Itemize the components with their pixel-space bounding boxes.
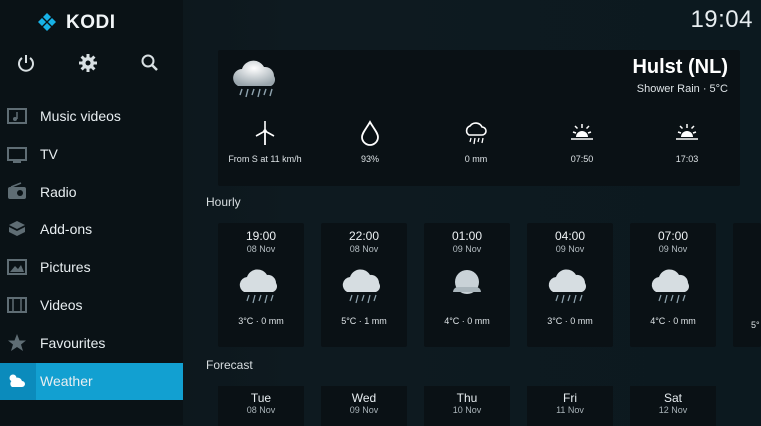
sidebar-item-label: Pictures bbox=[40, 259, 91, 276]
forecast-card[interactable]: Wed 09 Nov bbox=[321, 386, 407, 426]
power-icon[interactable] bbox=[15, 52, 37, 74]
hourly-card[interactable]: 04:00 09 Nov 3°C · 0 mm bbox=[527, 223, 613, 347]
hourly-time: 04:00 bbox=[554, 229, 586, 243]
forecast-day: Sat bbox=[663, 391, 682, 405]
sunrise-value: 07:50 bbox=[570, 154, 594, 164]
humidity-drop-icon bbox=[361, 120, 379, 146]
sidebar: KODI Music videos TV Radio Add-ons Pictu… bbox=[0, 0, 183, 425]
sunrise-icon bbox=[571, 124, 593, 140]
forecast-date: 09 Nov bbox=[349, 405, 379, 415]
wind-turbine-icon bbox=[255, 121, 275, 145]
tv-icon bbox=[7, 146, 27, 163]
addons-icon bbox=[9, 221, 25, 237]
hourly-card[interactable]: 07:00 09 Nov 4°C · 0 mm bbox=[630, 223, 716, 347]
current-condition: Shower Rain · 5°C bbox=[636, 83, 728, 95]
radio-icon bbox=[8, 181, 26, 199]
shower-rain-icon bbox=[233, 60, 276, 98]
forecast-heading: Forecast bbox=[206, 358, 253, 372]
wind-value: From S at 11 km/h bbox=[228, 154, 302, 164]
sunset-value: 17:03 bbox=[675, 154, 699, 164]
cloud-rain-icon bbox=[342, 269, 381, 304]
forecast-date: 10 Nov bbox=[452, 405, 482, 415]
sidebar-item-label: Favourites bbox=[40, 334, 106, 351]
forecast-date: 12 Nov bbox=[658, 405, 688, 415]
forecast-card[interactable]: Thu 10 Nov bbox=[424, 386, 510, 426]
hourly-value: 4°C · 0 mm bbox=[444, 316, 490, 326]
hourly-card[interactable]: 19:00 08 Nov 3°C · 0 mm bbox=[218, 223, 304, 347]
forecast-card[interactable]: Fri 11 Nov bbox=[527, 386, 613, 426]
clock: 19:04 bbox=[690, 6, 753, 33]
weather-icon bbox=[9, 374, 25, 387]
precipitation-value: 0 mm bbox=[464, 154, 488, 164]
sidebar-item-label: Add-ons bbox=[40, 221, 93, 238]
rain-cloud-icon bbox=[465, 122, 487, 145]
hourly-date: 09 Nov bbox=[658, 244, 688, 254]
main-menu: Music videos TV Radio Add-ons Pictures V… bbox=[0, 98, 183, 401]
cloud-rain-icon bbox=[651, 269, 690, 304]
forecast-date: 08 Nov bbox=[246, 405, 276, 415]
hourly-time: 01:00 bbox=[451, 229, 483, 243]
hourly-value: 3°C · 0 mm bbox=[238, 316, 284, 326]
wind-stat: From S at 11 km/h bbox=[220, 120, 310, 165]
settings-gear-icon[interactable] bbox=[77, 52, 99, 74]
sidebar-item-videos[interactable]: Videos bbox=[0, 287, 183, 325]
sunset-stat: 17:03 bbox=[642, 120, 732, 165]
music-video-icon bbox=[7, 108, 27, 124]
hourly-date: 09 Nov bbox=[452, 244, 482, 254]
humidity-value: 93% bbox=[360, 154, 379, 164]
cloud-rain-icon bbox=[548, 269, 587, 304]
forecast-day: Fri bbox=[563, 391, 577, 405]
sunrise-stat: 07:50 bbox=[537, 120, 627, 165]
moon-cloud-icon bbox=[453, 270, 481, 294]
hourly-value: 5° bbox=[751, 320, 760, 330]
hourly-time: 19:00 bbox=[245, 229, 277, 243]
cloud-rain-icon bbox=[239, 269, 278, 304]
videos-icon bbox=[7, 296, 27, 313]
sidebar-item-label: TV bbox=[40, 145, 58, 162]
sidebar-item-music-videos[interactable]: Music videos bbox=[0, 98, 183, 136]
forecast-card[interactable]: Tue 08 Nov bbox=[218, 386, 304, 426]
sidebar-item-radio[interactable]: Radio bbox=[0, 174, 183, 212]
sidebar-item-favourites[interactable]: Favourites bbox=[0, 325, 183, 363]
humidity-stat: 93% bbox=[325, 120, 415, 165]
sidebar-item-label: Videos bbox=[40, 296, 83, 313]
top-icon-bar bbox=[0, 52, 183, 76]
hourly-card-partial[interactable]: 5° bbox=[733, 223, 761, 347]
current-weather-panel: Hulst (NL) Shower Rain · 5°C From S at 1… bbox=[218, 50, 740, 186]
hourly-value: 3°C · 0 mm bbox=[547, 316, 593, 326]
sunset-icon bbox=[676, 124, 698, 140]
kodi-logo[interactable]: KODI bbox=[36, 12, 116, 34]
forecast-day: Wed bbox=[351, 391, 377, 405]
hourly-date: 09 Nov bbox=[555, 244, 585, 254]
hourly-card[interactable]: 22:00 08 Nov 5°C · 1 mm bbox=[321, 223, 407, 347]
sidebar-item-label: Weather bbox=[40, 372, 93, 389]
sidebar-item-pictures[interactable]: Pictures bbox=[0, 249, 183, 287]
location-name: Hulst (NL) bbox=[632, 56, 728, 78]
hourly-heading: Hourly bbox=[206, 195, 241, 209]
pictures-icon bbox=[7, 259, 27, 276]
star-icon bbox=[8, 333, 26, 351]
search-icon[interactable] bbox=[139, 52, 161, 74]
hourly-date: 08 Nov bbox=[246, 244, 276, 254]
hourly-time: 07:00 bbox=[657, 229, 689, 243]
hourly-value: 4°C · 0 mm bbox=[650, 316, 696, 326]
hourly-value: 5°C · 1 mm bbox=[341, 316, 387, 326]
sidebar-item-label: Radio bbox=[40, 183, 77, 200]
sidebar-item-add-ons[interactable]: Add-ons bbox=[0, 211, 183, 249]
forecast-card[interactable]: Sat 12 Nov bbox=[630, 386, 716, 426]
sidebar-item-label: Music videos bbox=[40, 108, 121, 124]
kodi-logo-icon bbox=[38, 13, 56, 31]
forecast-day: Thu bbox=[456, 391, 478, 405]
sidebar-item-tv[interactable]: TV bbox=[0, 136, 183, 174]
forecast-date: 11 Nov bbox=[556, 405, 584, 415]
hourly-time: 22:00 bbox=[348, 229, 380, 243]
hourly-date: 08 Nov bbox=[349, 244, 379, 254]
forecast-day: Tue bbox=[250, 391, 272, 405]
hourly-card[interactable]: 01:00 09 Nov 4°C · 0 mm bbox=[424, 223, 510, 347]
sidebar-item-weather[interactable]: Weather bbox=[0, 362, 183, 401]
precipitation-stat: 0 mm bbox=[431, 120, 521, 165]
app-name: KODI bbox=[66, 12, 116, 33]
